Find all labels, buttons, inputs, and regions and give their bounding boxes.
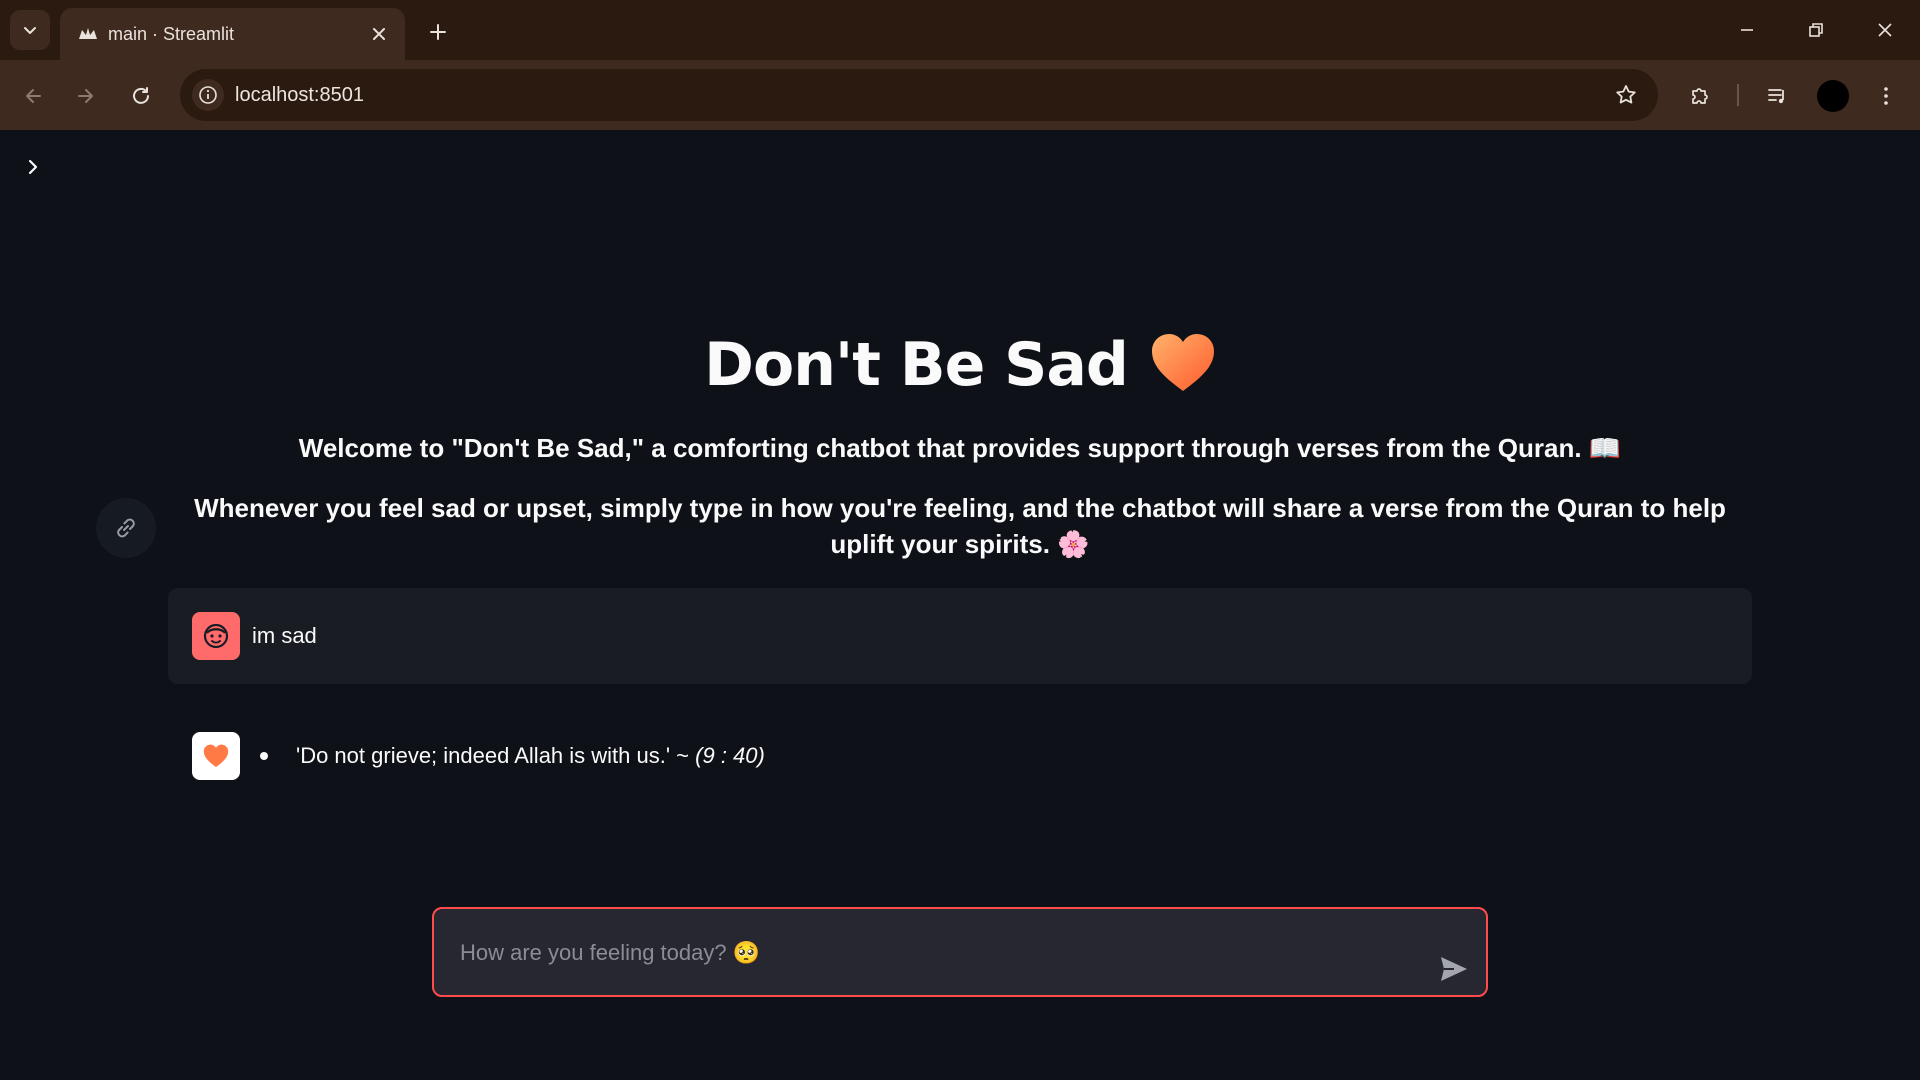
user-message-text: im sad bbox=[252, 623, 317, 648]
browser-toolbar: localhost:8501 bbox=[0, 60, 1920, 130]
tab-list-button[interactable] bbox=[10, 10, 50, 50]
browser-menu-button[interactable] bbox=[1866, 76, 1906, 116]
verse-reference: (9 : 40) bbox=[695, 743, 765, 768]
media-button[interactable] bbox=[1758, 76, 1798, 116]
list-bullet bbox=[260, 752, 268, 760]
instructions-paragraph: Whenever you feel sad or upset, simply t… bbox=[194, 493, 1726, 559]
reload-icon bbox=[133, 87, 149, 104]
reload-button[interactable] bbox=[121, 76, 161, 116]
chat-input-box bbox=[432, 907, 1488, 997]
page-title: Don't Be Sad bbox=[0, 325, 1920, 405]
extensions-button[interactable] bbox=[1680, 76, 1720, 116]
send-icon bbox=[1441, 957, 1467, 981]
heart-icon bbox=[1150, 331, 1216, 399]
url-text[interactable]: localhost:8501 bbox=[235, 81, 364, 109]
arrow-right-icon bbox=[78, 89, 93, 103]
verse-text: 'Do not grieve; indeed Allah is with us.… bbox=[296, 743, 696, 768]
back-button[interactable] bbox=[13, 76, 53, 116]
sidebar-toggle-button[interactable] bbox=[18, 152, 48, 182]
address-bar[interactable]: localhost:8501 bbox=[180, 69, 1658, 121]
minimize-button[interactable] bbox=[1724, 10, 1770, 50]
playlist-icon bbox=[1768, 89, 1784, 104]
forward-button[interactable] bbox=[66, 76, 106, 116]
assistant-message-text: 'Do not grieve; indeed Allah is with us.… bbox=[296, 740, 765, 772]
assistant-avatar bbox=[192, 732, 240, 780]
star-icon bbox=[1616, 85, 1636, 104]
chat-message-user: im sad bbox=[168, 588, 1752, 684]
kebab-icon bbox=[1884, 87, 1888, 105]
bookmark-button[interactable] bbox=[1612, 81, 1640, 109]
close-window-button[interactable] bbox=[1862, 10, 1908, 50]
profile-avatar[interactable] bbox=[1817, 80, 1849, 112]
user-avatar bbox=[192, 612, 240, 660]
tab-title: main · Streamlit bbox=[108, 24, 235, 44]
new-tab-button[interactable] bbox=[420, 14, 456, 50]
minimize-icon bbox=[1741, 29, 1753, 31]
chat-message-assistant: 'Do not grieve; indeed Allah is with us.… bbox=[168, 708, 1752, 804]
chevron-right-icon bbox=[28, 159, 38, 175]
plus-icon bbox=[430, 24, 446, 40]
face-icon bbox=[203, 623, 229, 649]
streamlit-crown-icon bbox=[76, 22, 100, 46]
info-icon bbox=[199, 86, 217, 104]
browser-tabstrip: main · Streamlit bbox=[0, 0, 1920, 60]
intro-paragraph: Welcome to "Don't Be Sad," a comforting … bbox=[298, 433, 1622, 463]
app-page: Don't Be Sad Welcome to "Don't Be Sad," … bbox=[0, 130, 1920, 1080]
link-icon bbox=[117, 518, 135, 538]
close-icon bbox=[1878, 23, 1892, 37]
chevron-down-icon bbox=[24, 27, 36, 34]
page-title-text: Don't Be Sad bbox=[704, 330, 1129, 400]
close-icon[interactable] bbox=[367, 22, 391, 46]
site-info-button[interactable] bbox=[192, 79, 224, 111]
heart-icon bbox=[203, 744, 229, 768]
send-button[interactable] bbox=[1436, 951, 1472, 987]
anchor-link-button[interactable] bbox=[96, 498, 156, 558]
puzzle-icon bbox=[1692, 88, 1708, 104]
restore-icon bbox=[1809, 23, 1823, 37]
restore-button[interactable] bbox=[1793, 10, 1839, 50]
arrow-left-icon bbox=[26, 89, 41, 103]
toolbar-divider bbox=[1737, 84, 1739, 106]
browser-tab[interactable]: main · Streamlit bbox=[60, 8, 405, 60]
chat-input-field[interactable] bbox=[458, 931, 1418, 975]
